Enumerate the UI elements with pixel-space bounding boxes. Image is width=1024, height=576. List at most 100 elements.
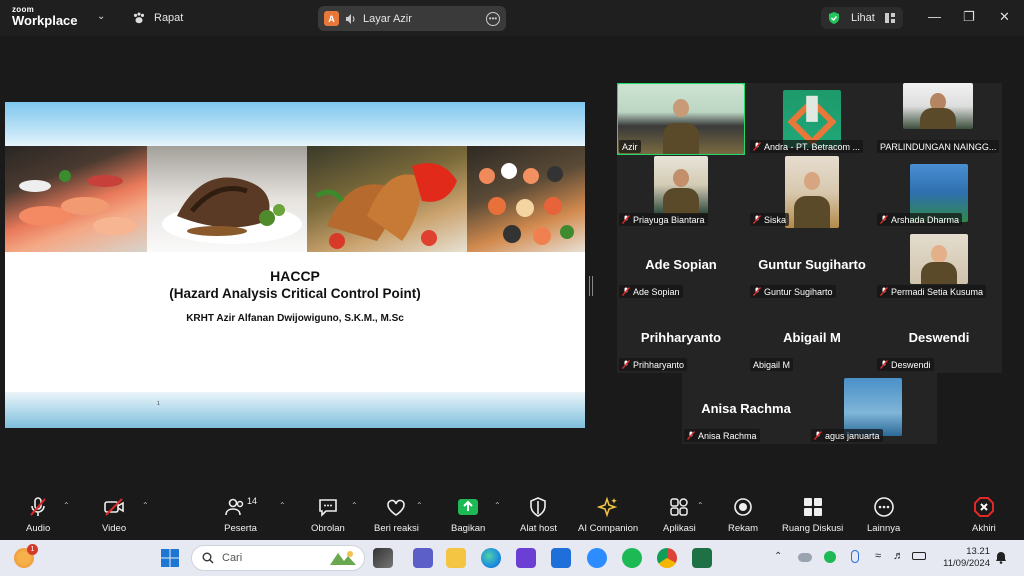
view-button[interactable]: Lihat	[821, 7, 903, 29]
search-highlight-icon	[330, 551, 356, 565]
participant-name-text: agus januarta	[825, 430, 880, 441]
participant-name-text: Guntur Sugiharto	[764, 286, 833, 297]
mic-muted-icon	[753, 287, 761, 296]
audio-button[interactable]: Audio	[26, 496, 50, 534]
microphone-tray-icon[interactable]	[851, 550, 859, 563]
screen-share-indicator[interactable]: A Layar Azir •••	[318, 6, 506, 31]
participant-tile[interactable]: Arshada Dharma	[875, 156, 1003, 228]
host-tools-button[interactable]: Alat host	[520, 496, 557, 534]
layout-splitter-handle[interactable]	[589, 276, 593, 296]
video-off-icon	[104, 498, 124, 516]
zoom-taskbar-icon[interactable]	[587, 548, 607, 568]
participant-name-label: Anisa Rachma	[684, 429, 760, 442]
share-screen-button[interactable]: Bagikan	[451, 496, 485, 534]
slide-sea-footer	[5, 392, 585, 428]
search-placeholder: Cari	[222, 552, 243, 564]
share-label: Bagikan	[451, 523, 486, 534]
excel-icon[interactable]	[692, 548, 712, 568]
participant-tile[interactable]: Deswendi Deswendi	[875, 301, 1003, 373]
edge-browser-icon[interactable]	[481, 548, 501, 568]
spotify-tray-icon[interactable]	[824, 551, 836, 563]
taskbar-search[interactable]: Cari	[191, 545, 365, 571]
participant-tile[interactable]: Permadi Setia Kusuma	[875, 228, 1003, 300]
participant-name-label: Priayuga Biantara	[619, 213, 708, 226]
participant-tile[interactable]: Azir	[617, 83, 745, 155]
record-icon	[734, 498, 752, 516]
participant-tile[interactable]: agus januarta	[809, 372, 937, 444]
minimize-icon[interactable]: —	[928, 9, 941, 24]
windows-taskbar: 1 Cari ⌃ ≈ ♬ 13.21 11/09/2024	[0, 540, 1024, 576]
participant-name-text: Prihharyanto	[633, 359, 685, 370]
participants-options-caret[interactable]: ⌃	[279, 501, 286, 510]
reactions-options-caret[interactable]: ⌃	[416, 501, 423, 510]
participant-name-text: Anisa Rachma	[698, 430, 757, 441]
participant-name-text: Andra - PT. Betracom ...	[764, 141, 861, 152]
wifi-icon[interactable]: ≈	[875, 550, 881, 562]
meeting-menu[interactable]: Rapat	[132, 11, 183, 25]
teams-icon[interactable]	[413, 548, 433, 568]
mic-muted-icon	[622, 215, 630, 224]
paw-icon	[133, 12, 145, 24]
grid-view-icon	[884, 13, 895, 23]
windows-start-icon[interactable]	[160, 548, 180, 568]
notification-bell-icon[interactable]	[995, 551, 1007, 564]
volume-icon[interactable]: ♬	[893, 550, 904, 562]
chevron-down-icon[interactable]: ⌄	[97, 11, 105, 22]
participants-button[interactable]: 14 Peserta	[224, 496, 257, 534]
participant-name-label: Siska	[750, 213, 790, 226]
participant-name-label: Permadi Setia Kusuma	[877, 285, 987, 298]
share-options-caret[interactable]: ⌃	[494, 501, 501, 510]
participant-tile[interactable]: PARLINDUNGAN NAINGG...	[875, 83, 1003, 155]
store-icon[interactable]	[551, 548, 571, 568]
steak-image	[147, 146, 307, 252]
end-meeting-button[interactable]: Akhiri	[972, 496, 996, 534]
restore-icon[interactable]: ❐	[963, 9, 975, 25]
participant-name-text: Arshada Dharma	[891, 214, 960, 225]
shared-screen[interactable]: HACCP (Hazard Analysis Critical Control …	[5, 102, 585, 428]
mic-muted-icon	[814, 431, 822, 440]
participants-icon	[225, 498, 244, 516]
record-button[interactable]: Rekam	[728, 496, 758, 534]
zoom-workplace-logo[interactable]: zoom Workplace	[12, 6, 78, 28]
chrome-icon[interactable]	[657, 548, 677, 568]
chevron-up-icon[interactable]: ⌃	[774, 551, 782, 562]
spotify-icon[interactable]	[622, 548, 642, 568]
chat-options-caret[interactable]: ⌃	[351, 501, 358, 510]
apps-button[interactable]: Aplikasi	[663, 496, 696, 534]
apps-options-caret[interactable]: ⌃	[697, 501, 704, 510]
more-button[interactable]: Lainnya	[867, 496, 900, 534]
participant-tile[interactable]: Abigail M Abigail M	[748, 301, 876, 373]
breakout-rooms-button[interactable]: Ruang Diskusi	[782, 496, 843, 534]
sharer-avatar: A	[324, 11, 339, 26]
onedrive-icon[interactable]	[798, 553, 812, 562]
participant-name-label: Guntur Sugiharto	[750, 285, 836, 298]
participant-tile[interactable]: Prihharyanto Prihharyanto	[617, 301, 745, 373]
participant-name-text: Abigail M	[753, 359, 791, 370]
participant-tile[interactable]: Priayuga Biantara	[617, 156, 745, 228]
video-label: Video	[102, 523, 127, 534]
slide-title: HACCP	[270, 268, 320, 284]
slide-subtitle: (Hazard Analysis Critical Control Point)	[169, 286, 421, 301]
mic-muted-icon	[753, 215, 761, 224]
audio-options-caret[interactable]: ⌃	[63, 501, 70, 510]
participant-tile[interactable]: Siska	[748, 156, 876, 228]
video-button[interactable]: Video	[102, 496, 126, 534]
meeting-toolbar: Audio ⌃ Video ⌃ 14 Peserta ⌃ Obrolan ⌃ B…	[0, 490, 1024, 540]
participant-tile[interactable]: Andra - PT. Betracom ...	[748, 83, 876, 155]
battery-icon[interactable]	[912, 552, 926, 560]
more-options-icon[interactable]: •••	[486, 11, 500, 26]
task-view-icon[interactable]	[373, 548, 393, 568]
reactions-button[interactable]: Beri reaksi	[374, 496, 419, 534]
visual-studio-icon[interactable]	[516, 548, 536, 568]
participant-tile[interactable]: Anisa Rachma Anisa Rachma	[682, 372, 810, 444]
system-clock[interactable]: 13.21 11/09/2024	[940, 546, 990, 570]
participant-tile[interactable]: Ade Sopian Ade Sopian	[617, 228, 745, 300]
participant-tile[interactable]: Guntur Sugiharto Guntur Sugiharto	[748, 228, 876, 300]
slide-food-images	[5, 146, 585, 252]
file-explorer-icon[interactable]	[446, 548, 466, 568]
chat-button[interactable]: Obrolan	[311, 496, 345, 534]
close-icon[interactable]: ✕	[999, 9, 1010, 25]
video-options-caret[interactable]: ⌃	[142, 501, 149, 510]
ai-companion-button[interactable]: AI Companion	[578, 496, 638, 534]
zoom-meeting-window: zoom Workplace ⌄ Rapat A Layar Azir ••• …	[0, 0, 1024, 576]
